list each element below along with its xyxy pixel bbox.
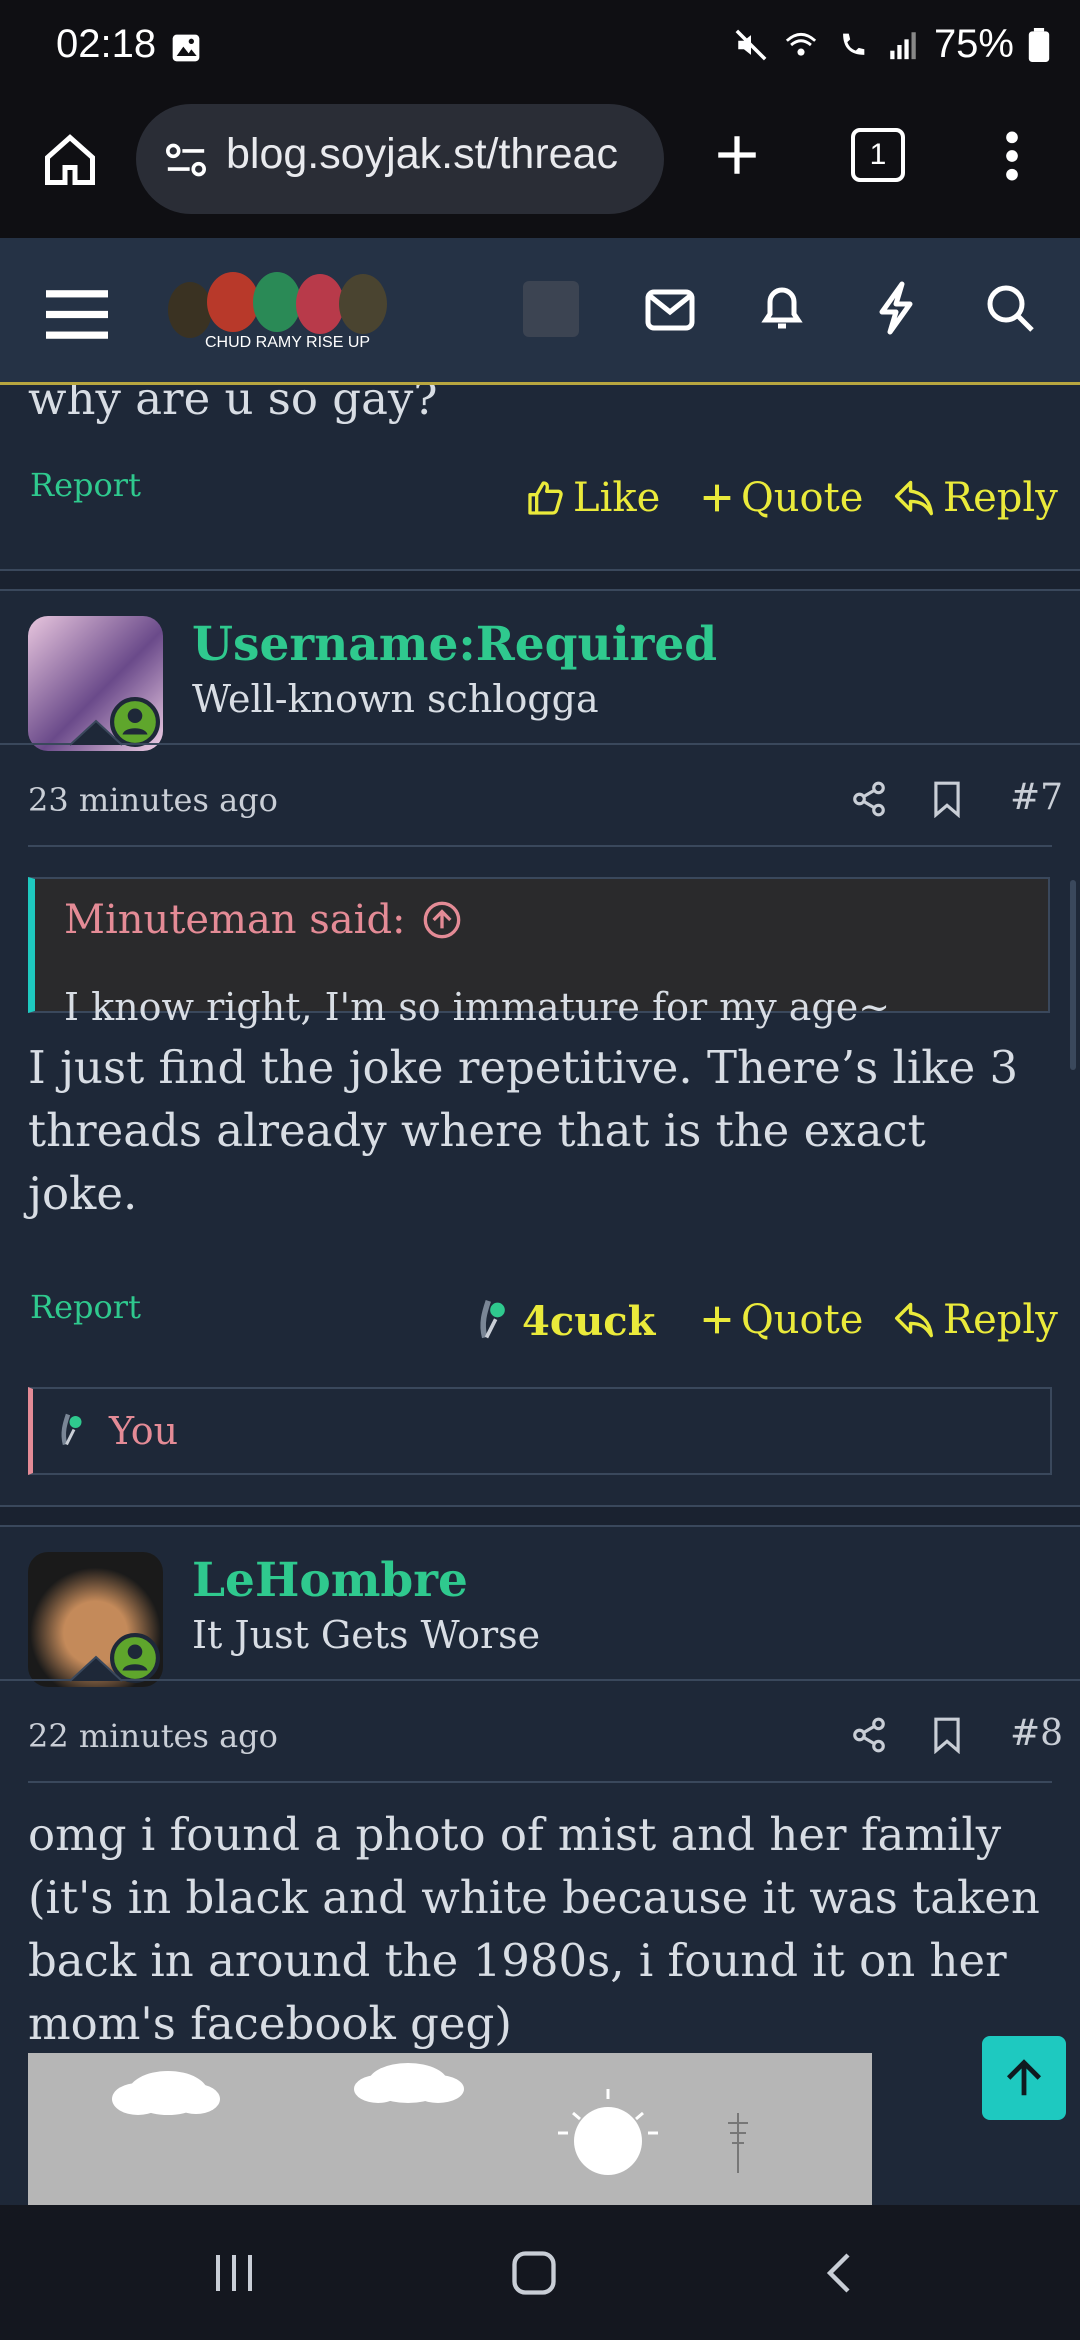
tab-switcher-button[interactable]: 1 — [851, 128, 905, 182]
image-notification-icon — [172, 34, 200, 62]
photo-drawing-icon — [112, 2063, 748, 2175]
site-settings-icon[interactable] — [164, 140, 208, 180]
site-logo[interactable]: CHUD RAMY RISE UP — [165, 270, 390, 366]
user-title: It Just Gets Worse — [192, 1613, 541, 1657]
username[interactable]: LeHombre — [192, 1553, 468, 1608]
reply-icon — [895, 1302, 933, 1338]
user-divider — [0, 1679, 1080, 1681]
reacted-by: You — [109, 1409, 179, 1453]
reaction-summary[interactable]: 4cuck — [470, 1297, 655, 1345]
quote-button[interactable]: Quote — [701, 475, 863, 521]
reply-icon — [895, 480, 933, 516]
post-body: I just find the joke repetitive. There’s… — [28, 1041, 1019, 1220]
logo-faces-icon — [168, 272, 387, 338]
like-button[interactable]: Like — [525, 475, 660, 521]
system-navigation-bar — [0, 2205, 1080, 2340]
wifi-call-icon — [843, 33, 865, 55]
post-body-tail: why are u so gay? — [28, 385, 438, 425]
quote-text: I know right, I'm so immature for my age… — [64, 985, 891, 1029]
attached-image[interactable] — [28, 2053, 872, 2205]
new-tab-icon[interactable] — [712, 130, 762, 180]
share-icon[interactable] — [850, 1716, 888, 1754]
status-time: 02:18 — [56, 22, 157, 66]
status-bar: 02:18 75% — [0, 0, 1080, 100]
speech-notch-icon — [70, 1655, 122, 1682]
browser-toolbar: blog.soyjak.st/threac 1 — [0, 100, 1080, 238]
reactions-bar[interactable]: You — [28, 1387, 1052, 1475]
post-number[interactable]: #8 — [1010, 1713, 1063, 1754]
post-number[interactable]: #7 — [1010, 777, 1063, 818]
quote-author: Minuteman said: — [64, 897, 406, 943]
more-options-icon[interactable] — [988, 128, 1036, 184]
reaction-emoji-icon — [480, 1299, 505, 1339]
post-8: LeHombre It Just Gets Worse 22 minutes a… — [0, 1527, 1080, 2205]
home-nav-icon[interactable] — [508, 2247, 560, 2299]
home-icon[interactable] — [40, 130, 100, 190]
logo-text: CHUD RAMY RISE UP — [205, 334, 371, 351]
share-icon[interactable] — [850, 780, 888, 818]
plus-icon — [703, 1306, 731, 1334]
speech-notch-icon — [70, 719, 122, 746]
mute-icon — [735, 29, 767, 60]
post-time[interactable]: 23 minutes ago — [28, 781, 278, 819]
reply-button[interactable]: Reply — [893, 1297, 1058, 1343]
meta-divider — [28, 1781, 1052, 1783]
bell-icon[interactable] — [758, 282, 806, 334]
go-to-quote-icon — [423, 901, 460, 939]
forum-header: CHUD RAMY RISE UP — [0, 238, 1080, 385]
address-bar[interactable]: blog.soyjak.st/threac — [136, 104, 664, 214]
report-link[interactable]: Report — [30, 1288, 141, 1326]
recent-apps-icon[interactable] — [210, 2249, 258, 2297]
post-separator — [0, 1505, 1080, 1527]
bolt-icon[interactable] — [874, 280, 918, 336]
quote-header[interactable]: Minuteman said: — [64, 897, 462, 943]
report-link[interactable]: Report — [30, 466, 141, 504]
bookmark-icon[interactable] — [930, 1716, 964, 1754]
post-body: omg i found a photo of mist and her fami… — [28, 1808, 1040, 2050]
menu-icon[interactable] — [46, 290, 108, 340]
arrow-up-icon — [1006, 2059, 1042, 2096]
reply-button[interactable]: Reply — [893, 475, 1058, 521]
mail-icon[interactable] — [644, 288, 696, 332]
quote-button[interactable]: Quote — [701, 1297, 863, 1343]
post-separator — [0, 569, 1080, 591]
username[interactable]: Username:Required — [192, 617, 717, 672]
battery-percent: 75% — [933, 22, 1014, 66]
scroll-to-top-button[interactable] — [982, 2036, 1066, 2120]
reaction-emoji-icon — [61, 1413, 82, 1446]
user-title: Well-known schlogga — [192, 677, 599, 721]
user-divider — [0, 743, 1080, 745]
bookmark-icon[interactable] — [930, 780, 964, 818]
user-avatar[interactable] — [523, 281, 579, 337]
signal-icon — [890, 31, 916, 59]
url-text[interactable]: blog.soyjak.st/threac — [226, 130, 646, 179]
post-7: Username:Required Well-known schlogga 23… — [0, 591, 1080, 1220]
thread-content: why are u so gay? Report Like Quote Repl… — [0, 385, 1080, 2205]
thumbs-up-icon — [528, 481, 563, 515]
plus-icon — [703, 484, 731, 512]
quote-block: Minuteman said: I know right, I'm so imm… — [28, 877, 1050, 1029]
scrollbar[interactable] — [1070, 880, 1076, 1070]
search-icon[interactable] — [984, 282, 1036, 334]
meta-divider — [28, 845, 1052, 847]
post-time[interactable]: 22 minutes ago — [28, 1717, 278, 1755]
wifi-icon — [785, 32, 817, 56]
back-icon[interactable] — [816, 2249, 864, 2297]
battery-icon — [1028, 27, 1050, 62]
